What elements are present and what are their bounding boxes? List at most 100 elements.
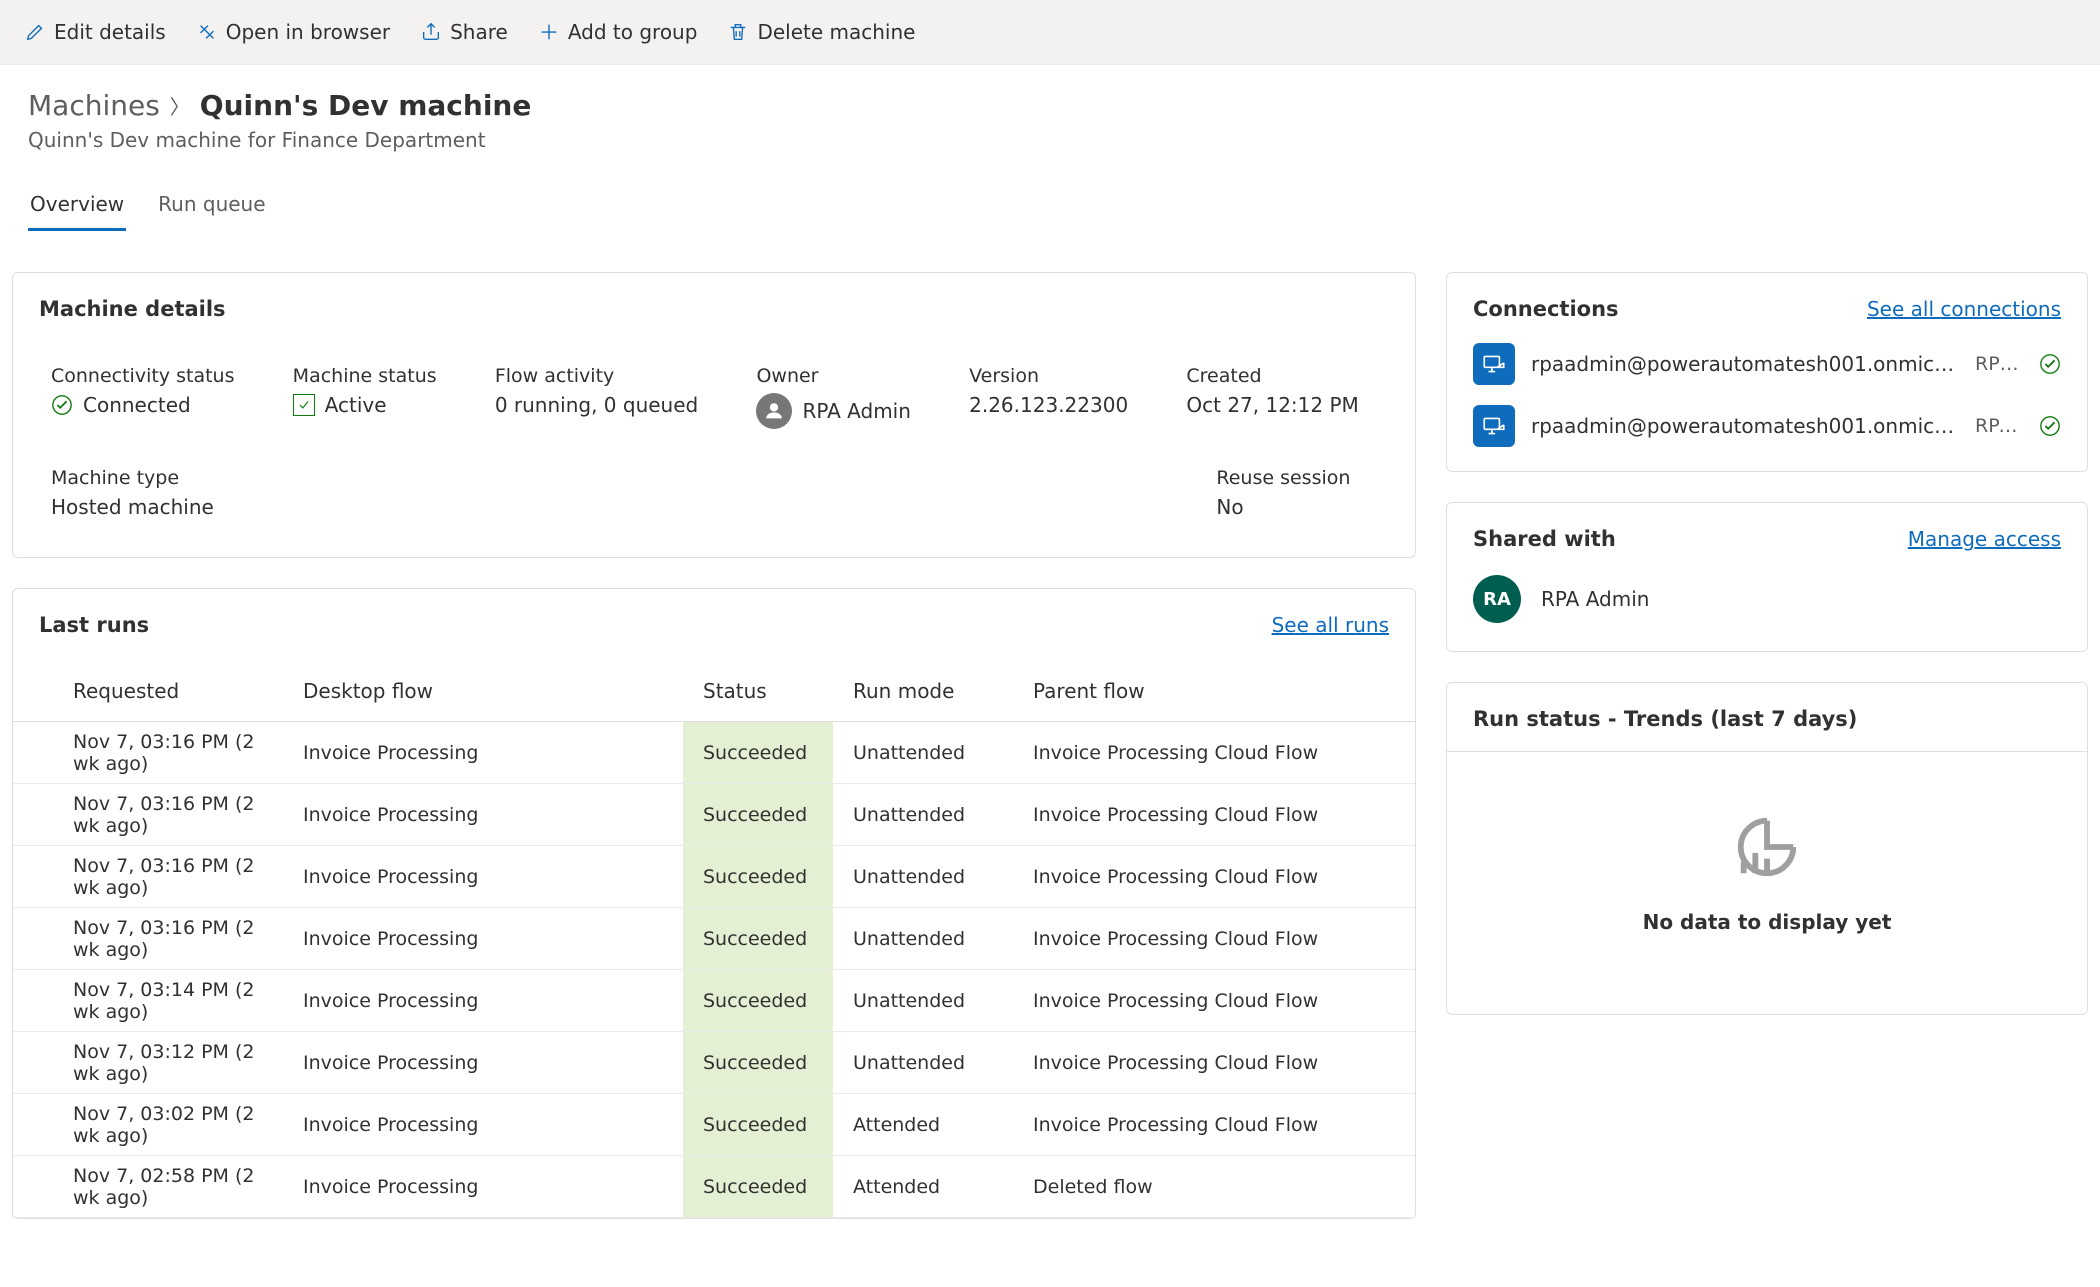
run-parent-flow: Invoice Processing Cloud Flow <box>1013 970 1415 1032</box>
connection-email: rpaadmin@powerautomatesh001.onmicros… <box>1531 414 1959 438</box>
run-status-badge: Succeeded <box>703 1094 813 1155</box>
share-label: Share <box>450 20 508 44</box>
machine-status-label: Machine status <box>293 365 455 387</box>
table-row[interactable]: Nov 7, 03:02 PM (2 wk ago) Invoice Proce… <box>13 1094 1415 1156</box>
run-mode: Attended <box>833 1094 1013 1156</box>
run-status-badge: Succeeded <box>703 846 813 907</box>
run-status-badge: Succeeded <box>703 970 813 1031</box>
trends-empty-message: No data to display yet <box>1643 910 1892 934</box>
pie-chart-icon <box>1732 812 1802 886</box>
connectivity-status-block: Connectivity status Connected <box>51 365 253 417</box>
machine-status-block: Machine status Active <box>293 365 455 417</box>
share-icon <box>420 21 442 43</box>
delete-machine-button[interactable]: Delete machine <box>715 12 927 52</box>
share-button[interactable]: Share <box>408 12 520 52</box>
version-block: Version 2.26.123.22300 <box>969 365 1146 417</box>
run-mode: Unattended <box>833 846 1013 908</box>
run-parent-flow: Invoice Processing Cloud Flow <box>1013 908 1415 970</box>
see-all-connections-link[interactable]: See all connections <box>1867 297 2061 321</box>
run-parent-flow: Invoice Processing Cloud Flow <box>1013 1094 1415 1156</box>
flow-activity-value: 0 running, 0 queued <box>495 393 698 417</box>
run-status-badge: Succeeded <box>703 1156 813 1217</box>
col-requested[interactable]: Requested <box>13 661 283 722</box>
owner-value: RPA Admin <box>802 399 910 423</box>
table-row[interactable]: Nov 7, 03:16 PM (2 wk ago) Invoice Proce… <box>13 784 1415 846</box>
add-to-group-button[interactable]: Add to group <box>526 12 710 52</box>
open-in-browser-label: Open in browser <box>226 20 390 44</box>
run-mode: Unattended <box>833 784 1013 846</box>
table-row[interactable]: Nov 7, 03:16 PM (2 wk ago) Invoice Proce… <box>13 908 1415 970</box>
breadcrumb-machines[interactable]: Machines <box>28 89 160 122</box>
edit-details-button[interactable]: Edit details <box>12 12 178 52</box>
run-desktop-flow: Invoice Processing <box>283 1156 683 1218</box>
run-mode: Unattended <box>833 908 1013 970</box>
see-all-runs-link[interactable]: See all runs <box>1272 613 1389 637</box>
content: Machine details Connectivity status Conn… <box>0 232 2100 1219</box>
run-requested: Nov 7, 03:16 PM (2 wk ago) <box>13 908 283 970</box>
open-external-icon <box>196 21 218 43</box>
run-requested: Nov 7, 03:14 PM (2 wk ago) <box>13 970 283 1032</box>
run-desktop-flow: Invoice Processing <box>283 846 683 908</box>
connection-row[interactable]: rpaadmin@powerautomatesh001.onmicros… RP… <box>1473 343 2061 385</box>
connection-row[interactable]: rpaadmin@powerautomatesh001.onmicros… RP… <box>1473 405 2061 447</box>
run-desktop-flow: Invoice Processing <box>283 722 683 784</box>
table-row[interactable]: Nov 7, 03:16 PM (2 wk ago) Invoice Proce… <box>13 722 1415 784</box>
trash-icon <box>727 21 749 43</box>
pencil-icon <box>24 21 46 43</box>
run-mode: Attended <box>833 1156 1013 1218</box>
shared-with-card: Shared with Manage access RA RPA Admin <box>1446 502 2088 652</box>
connections-card: Connections See all connections rpaadmin… <box>1446 272 2088 472</box>
run-requested: Nov 7, 03:16 PM (2 wk ago) <box>13 784 283 846</box>
machine-type-block: Machine type Hosted machine <box>51 467 253 519</box>
run-status-badge: Succeeded <box>703 1032 813 1093</box>
connection-email: rpaadmin@powerautomatesh001.onmicros… <box>1531 352 1959 376</box>
created-block: Created Oct 27, 12:12 PM <box>1186 365 1377 417</box>
shared-with-title: Shared with <box>1473 527 1616 551</box>
run-mode: Unattended <box>833 722 1013 784</box>
open-in-browser-button[interactable]: Open in browser <box>184 12 402 52</box>
col-run-mode[interactable]: Run mode <box>833 661 1013 722</box>
check-circle-icon <box>2039 415 2061 437</box>
run-requested: Nov 7, 03:16 PM (2 wk ago) <box>13 846 283 908</box>
manage-access-link[interactable]: Manage access <box>1908 527 2061 551</box>
run-mode: Unattended <box>833 970 1013 1032</box>
desktop-flow-icon <box>1473 343 1515 385</box>
created-label: Created <box>1186 365 1377 387</box>
tab-overview[interactable]: Overview <box>28 192 126 231</box>
col-desktop-flow[interactable]: Desktop flow <box>283 661 683 722</box>
checkbox-checked-icon <box>293 394 315 416</box>
table-row[interactable]: Nov 7, 03:16 PM (2 wk ago) Invoice Proce… <box>13 846 1415 908</box>
run-status-trends-card: Run status - Trends (last 7 days) No dat… <box>1446 682 2088 1015</box>
created-value: Oct 27, 12:12 PM <box>1186 393 1358 417</box>
run-desktop-flow: Invoice Processing <box>283 1032 683 1094</box>
connectivity-status-label: Connectivity status <box>51 365 253 387</box>
delete-machine-label: Delete machine <box>757 20 915 44</box>
flow-activity-block: Flow activity 0 running, 0 queued <box>495 365 717 417</box>
runs-table: Requested Desktop flow Status Run mode P… <box>13 661 1415 1218</box>
flow-activity-label: Flow activity <box>495 365 717 387</box>
run-requested: Nov 7, 03:02 PM (2 wk ago) <box>13 1094 283 1156</box>
connection-type: RPA … <box>1975 415 2023 437</box>
check-circle-icon <box>51 394 73 416</box>
run-parent-flow: Deleted flow <box>1013 1156 1415 1218</box>
connection-type: RP… <box>1975 353 2023 375</box>
machine-details-title: Machine details <box>39 297 226 321</box>
breadcrumb-current: Quinn's Dev machine <box>200 89 532 122</box>
col-status[interactable]: Status <box>683 661 833 722</box>
last-runs-title: Last runs <box>39 613 149 637</box>
tab-run-queue[interactable]: Run queue <box>156 192 267 231</box>
run-status-badge: Succeeded <box>703 722 813 783</box>
table-row[interactable]: Nov 7, 03:12 PM (2 wk ago) Invoice Proce… <box>13 1032 1415 1094</box>
command-bar: Edit details Open in browser Share Add t… <box>0 0 2100 65</box>
plus-icon <box>538 21 560 43</box>
col-parent-flow[interactable]: Parent flow <box>1013 661 1415 722</box>
person-icon <box>756 393 792 429</box>
table-row[interactable]: Nov 7, 03:14 PM (2 wk ago) Invoice Proce… <box>13 970 1415 1032</box>
owner-label: Owner <box>756 365 929 387</box>
table-row[interactable]: Nov 7, 02:58 PM (2 wk ago) Invoice Proce… <box>13 1156 1415 1218</box>
run-status-badge: Succeeded <box>703 784 813 845</box>
run-desktop-flow: Invoice Processing <box>283 784 683 846</box>
shared-user-row[interactable]: RA RPA Admin <box>1473 575 2061 623</box>
run-parent-flow: Invoice Processing Cloud Flow <box>1013 1032 1415 1094</box>
check-circle-icon <box>2039 353 2061 375</box>
